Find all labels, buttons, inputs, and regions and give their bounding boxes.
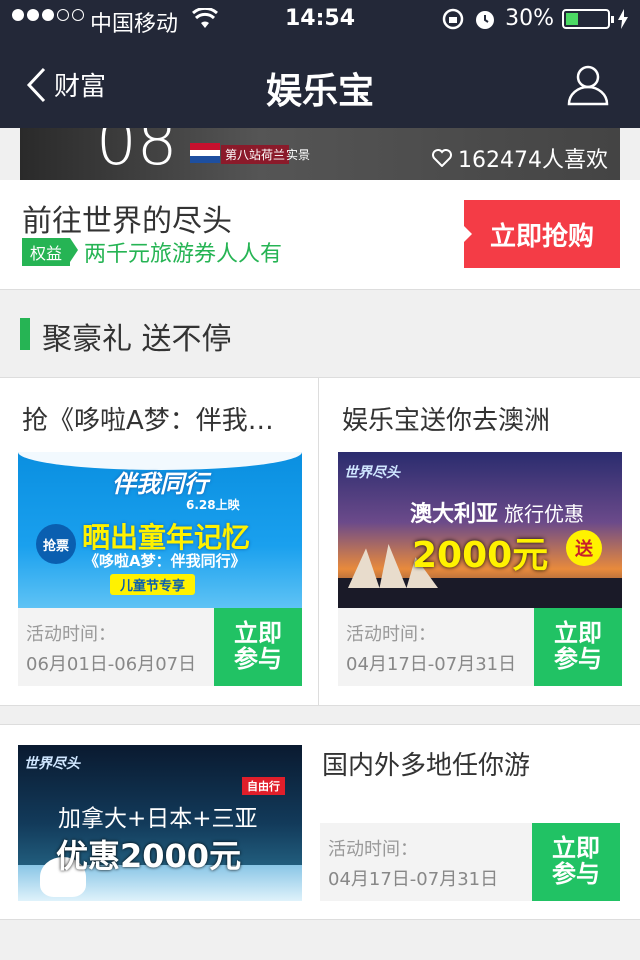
image-badge: 送 — [566, 530, 602, 566]
buy-now-button[interactable]: 立即抢购 — [464, 200, 620, 268]
card-title: 抢《哆啦A梦：伴我… — [22, 406, 274, 436]
activity-card-australia[interactable]: 娱乐宝送你去澳洲 世界尽头 澳大利亚 旅行优惠 2000元 送 活动时间： 04… — [320, 378, 640, 706]
promo-banner-image[interactable]: 08 第八站荷兰 实景 162474人喜欢 — [20, 128, 620, 180]
tag-text: 两千元旅游券人人有 — [84, 242, 283, 267]
activity-info: 活动时间： 04月17日-07月31日 立即 参与 — [320, 823, 620, 901]
battery-percent: 30% — [505, 6, 554, 31]
status-bar: 中国移动 14:54 30% — [0, 0, 640, 40]
card-title: 国内外多地任你游 — [322, 751, 531, 781]
doraemon-promo-image[interactable]: 伴我同行 6.28上映 抢票 晒出童年记忆 《哆啦A梦：伴我同行》 儿童节专享 — [18, 452, 302, 608]
promo-title: 前往世界的尽头 — [22, 204, 232, 239]
travel-promo-image[interactable]: 世界尽头 自由行 加拿大+日本+三亚 优惠2000元 — [18, 745, 302, 901]
card-title: 娱乐宝送你去澳洲 — [342, 406, 551, 436]
join-button[interactable]: 立即 参与 — [214, 608, 302, 686]
grid-divider — [318, 378, 319, 706]
time-label: 活动时间： — [26, 624, 116, 645]
join-button[interactable]: 立即 参与 — [534, 608, 622, 686]
image-line1b: 旅行优惠 — [504, 502, 584, 526]
banner-number: 08 — [96, 128, 178, 180]
alarm-icon — [476, 10, 495, 29]
time-label: 活动时间： — [346, 624, 436, 645]
activity-dates: 06月01日-06月07日 — [26, 654, 197, 675]
banner-real: 实景 — [286, 148, 311, 162]
nav-bar: 财富 娱乐宝 — [0, 40, 640, 128]
time-label: 活动时间： — [328, 839, 418, 860]
section-header: 聚豪礼 送不停 — [0, 290, 640, 378]
charging-icon — [618, 8, 628, 29]
activity-row-travel[interactable]: 世界尽头 自由行 加拿大+日本+三亚 优惠2000元 国内外多地任你游 活动时间… — [0, 724, 640, 920]
rotation-lock-icon — [442, 8, 464, 29]
user-icon[interactable] — [566, 62, 610, 106]
image-line2: 2000元 — [412, 535, 549, 576]
image-badge: 抢票 — [36, 524, 76, 564]
activity-dates: 04月17日-07月31日 — [328, 869, 499, 890]
tag-badge: 权益 — [22, 238, 79, 266]
image-line1: 加拿大+日本+三亚 — [58, 806, 258, 832]
likes-count: 162474人喜欢 — [432, 142, 608, 174]
image-line2: 优惠2000元 — [56, 837, 242, 875]
show-logo: 世界尽头 — [24, 756, 80, 772]
activity-card-doraemon[interactable]: 抢《哆啦A梦：伴我… 伴我同行 6.28上映 抢票 晒出童年记忆 《哆啦A梦：伴… — [0, 378, 318, 706]
likes-text: 162474人喜欢 — [458, 148, 608, 173]
join-button[interactable]: 立即 参与 — [532, 823, 620, 901]
image-line5: 儿童节专享 — [110, 574, 196, 595]
heart-icon — [432, 149, 453, 167]
australia-promo-image[interactable]: 世界尽头 澳大利亚 旅行优惠 2000元 送 — [338, 452, 622, 608]
battery-icon — [562, 8, 614, 29]
page-title: 娱乐宝 — [265, 71, 374, 112]
image-line1: 澳大利亚 — [410, 502, 499, 527]
promo-tag: 权益 两千元旅游券人人有 — [22, 236, 282, 268]
promo-card: 前往世界的尽头 权益 两千元旅游券人人有 立即抢购 — [0, 180, 640, 290]
activity-grid: 抢《哆啦A梦：伴我… 伴我同行 6.28上映 抢票 晒出童年记忆 《哆啦A梦：伴… — [0, 378, 640, 706]
image-line4: 《哆啦A梦：伴我同行》 — [84, 552, 246, 570]
image-badge: 自由行 — [242, 777, 285, 795]
activity-dates: 04月17日-07月31日 — [346, 654, 517, 675]
netherlands-flag-icon — [190, 143, 220, 163]
activity-info: 活动时间： 04月17日-07月31日 立即 参与 — [338, 608, 622, 686]
section-accent-bar — [20, 318, 30, 350]
activity-info: 活动时间： 06月01日-06月07日 立即 参与 — [18, 608, 302, 686]
image-line2: 6.28上映 — [186, 498, 240, 512]
banner-station: 第八站荷兰 — [221, 145, 290, 164]
image-line1: 伴我同行 — [112, 470, 208, 498]
section-title: 聚豪礼 送不停 — [42, 322, 232, 357]
show-logo: 世界尽头 — [344, 465, 400, 481]
